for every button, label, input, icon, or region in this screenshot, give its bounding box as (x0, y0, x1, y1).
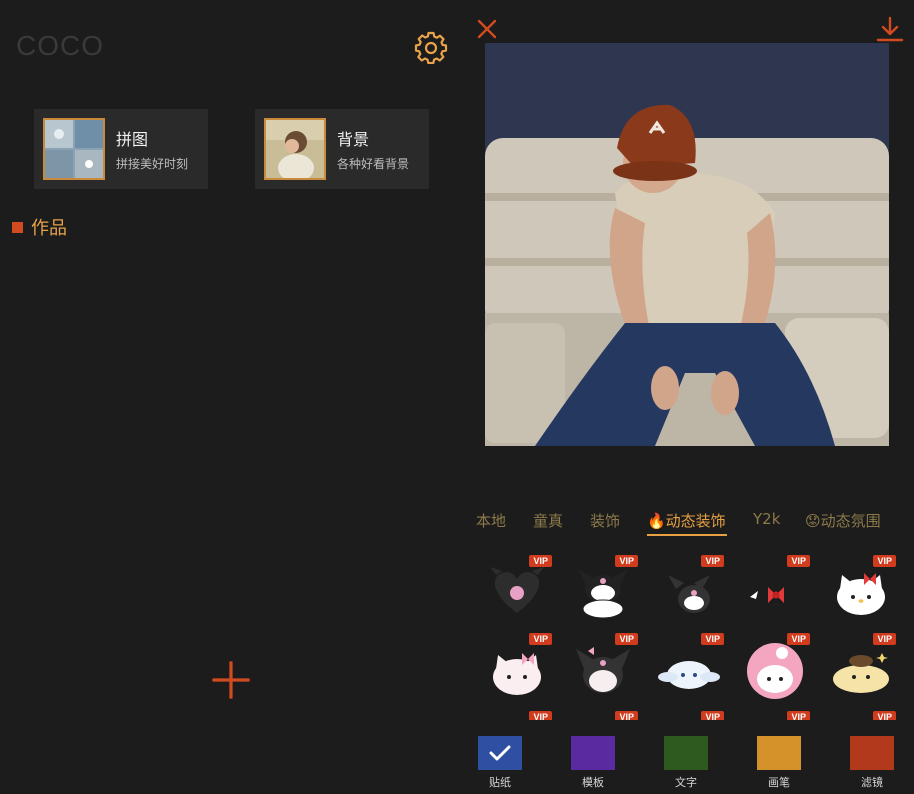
vip-badge: VIP (529, 555, 552, 567)
vip-badge: VIP (615, 711, 638, 720)
vip-badge: VIP (701, 633, 724, 645)
sticker-item[interactable]: VIP (568, 711, 638, 720)
background-subtitle: 各种好看背景 (337, 157, 410, 171)
app-title: COCO (16, 30, 104, 61)
filter-swatch (850, 736, 894, 770)
vip-badge: VIP (701, 711, 724, 720)
tab-y2k[interactable]: Y2k (753, 510, 780, 528)
sticker-item[interactable]: VIP (740, 633, 810, 703)
tab-animated-decoration[interactable]: 🔥动态装饰 (647, 510, 726, 531)
puzzle-card[interactable]: 拼图 拼接美好时刻 (34, 109, 208, 189)
tool-template[interactable]: 模板 (563, 736, 623, 790)
sticker-item[interactable]: VIP (740, 555, 810, 625)
tool-text-label: 文字 (675, 776, 697, 789)
sticker-item[interactable]: VIP (654, 555, 724, 625)
canvas-photo[interactable] (485, 43, 889, 446)
brush-swatch (757, 736, 801, 770)
template-swatch (571, 736, 615, 770)
sticker-item[interactable]: VIP (826, 555, 896, 625)
vip-badge: VIP (873, 711, 896, 720)
editor-panel: 本地 童真 装饰 🔥动态装饰 Y2k 😟动态氛围 VIP VIP VIP VIP… (460, 0, 914, 794)
text-swatch (664, 736, 708, 770)
tool-text[interactable]: 文字 (656, 736, 716, 790)
vip-badge: VIP (787, 633, 810, 645)
sticker-item[interactable]: VIP (568, 555, 638, 625)
vip-badge: VIP (873, 555, 896, 567)
tool-sticker-label: 贴纸 (489, 776, 511, 789)
tab-animated-atmosphere[interactable]: 😟动态氛围 (805, 510, 881, 531)
sticker-item[interactable]: VIP (826, 711, 896, 720)
sticker-item[interactable]: VIP (482, 711, 552, 720)
puzzle-title: 拼图 (116, 130, 149, 149)
tool-template-label: 模板 (582, 776, 604, 789)
puzzle-thumbnail (43, 118, 105, 180)
background-card[interactable]: 背景 各种好看背景 (255, 109, 429, 189)
sticker-item[interactable]: VIP (740, 711, 810, 720)
background-thumbnail (264, 118, 326, 180)
tab-childlike[interactable]: 童真 (533, 510, 563, 531)
active-tab-underline (647, 534, 727, 536)
works-label: 作品 (31, 218, 67, 239)
sticker-category-tabs: 本地 童真 装饰 🔥动态装饰 Y2k 😟动态氛围 (460, 508, 914, 536)
close-icon[interactable] (476, 18, 498, 40)
vip-badge: VIP (787, 555, 810, 567)
puzzle-subtitle: 拼接美好时刻 (116, 157, 189, 171)
tool-brush-label: 画笔 (768, 776, 790, 789)
vip-badge: VIP (701, 555, 724, 567)
gear-icon[interactable] (414, 30, 448, 64)
vip-badge: VIP (529, 633, 552, 645)
sticker-item[interactable]: VIP (482, 555, 552, 625)
check-icon (489, 745, 511, 761)
tool-sticker[interactable]: 贴纸 (470, 736, 530, 790)
sticker-grid: VIP VIP VIP VIP VIP VIP VIP VIP VIP VIP … (460, 555, 914, 720)
vip-badge: VIP (787, 711, 810, 720)
sticker-item[interactable]: VIP (482, 633, 552, 703)
add-icon[interactable] (212, 661, 250, 699)
sticker-item[interactable]: VIP (568, 633, 638, 703)
tool-brush[interactable]: 画笔 (749, 736, 809, 790)
tab-local[interactable]: 本地 (476, 510, 506, 531)
works-section-header: 作品 (12, 214, 67, 240)
vip-badge: VIP (615, 633, 638, 645)
sticker-item[interactable]: VIP (654, 711, 724, 720)
vip-badge: VIP (529, 711, 552, 720)
download-icon[interactable] (876, 16, 904, 42)
tab-decoration[interactable]: 装饰 (590, 510, 620, 531)
home-panel: COCO 拼图 拼接美好时刻 背景 各种好看背景 作品 (0, 0, 460, 794)
sticker-item[interactable]: VIP (826, 633, 896, 703)
tool-filter-label: 滤镜 (861, 776, 883, 789)
vip-badge: VIP (615, 555, 638, 567)
sticker-swatch (478, 736, 522, 770)
background-title: 背景 (337, 130, 370, 149)
sticker-item[interactable]: VIP (654, 633, 724, 703)
tool-filter[interactable]: 滤镜 (842, 736, 902, 790)
works-marker (12, 221, 23, 233)
vip-badge: VIP (873, 633, 896, 645)
bottom-toolbar: 贴纸 模板 文字 画笔 滤镜 (460, 736, 914, 794)
